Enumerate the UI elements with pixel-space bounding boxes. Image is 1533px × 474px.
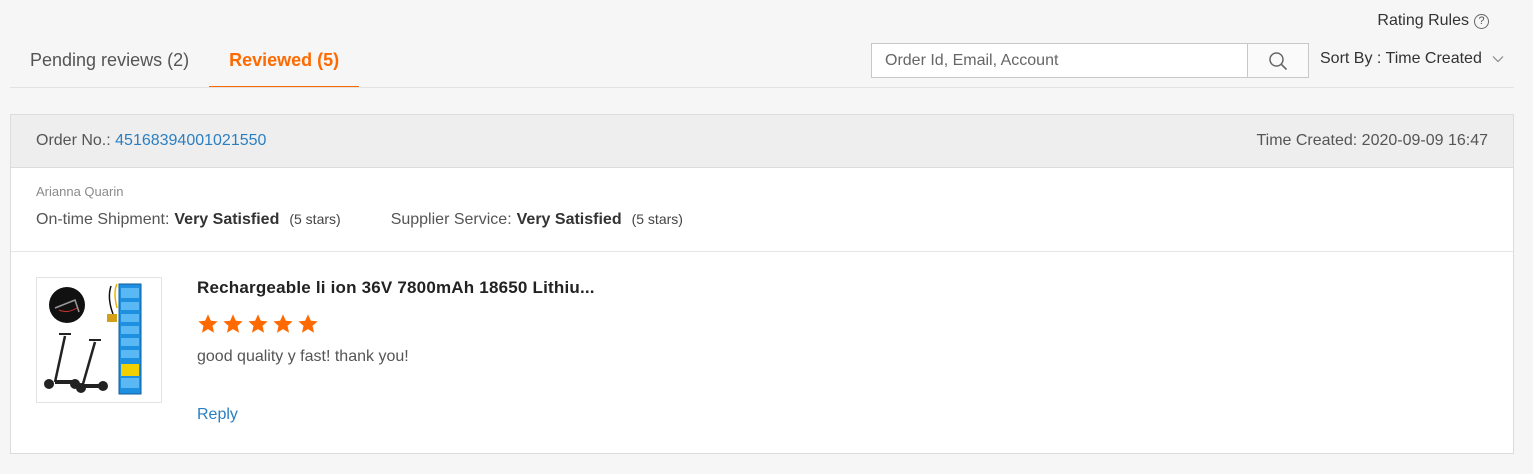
tab-pending-reviews[interactable]: Pending reviews (2)	[10, 38, 209, 88]
service-stars: (5 stars)	[631, 211, 683, 227]
buyer-name: Arianna Quarin	[36, 184, 124, 199]
tab-divider	[10, 87, 1514, 88]
satisfaction-row: On-time Shipment: Very Satisfied (5 star…	[36, 211, 1488, 229]
star-icon	[198, 314, 218, 333]
shipment-label: On-time Shipment:	[36, 211, 170, 228]
review-comment: good quality y fast! thank you!	[197, 348, 409, 365]
search-icon	[1269, 51, 1288, 70]
product-image-illustration	[44, 283, 142, 395]
product-review: Rechargeable li ion 36V 7800mAh 18650 Li…	[11, 252, 1513, 452]
review-tabs: Pending reviews (2) Reviewed (5)	[10, 38, 360, 88]
review-card: Order No.: 45168394001021550 Time Create…	[10, 114, 1514, 454]
rating-rules-label: Rating Rules	[1377, 12, 1469, 29]
search-input[interactable]	[872, 44, 1247, 77]
buyer-feedback: Arianna Quarin On-time Shipment: Very Sa…	[11, 168, 1513, 252]
sort-dropdown[interactable]: Sort By : Time Created	[1320, 50, 1504, 68]
tab-reviewed[interactable]: Reviewed (5)	[209, 38, 360, 88]
order-number-link[interactable]: 45168394001021550	[115, 132, 266, 149]
service-rating: Supplier Service: Very Satisfied (5 star…	[391, 211, 683, 229]
order-info: Order No.: 45168394001021550	[36, 132, 266, 150]
star-icon	[273, 314, 293, 333]
product-star-rating	[197, 313, 319, 335]
search-button[interactable]	[1247, 44, 1308, 77]
order-number-label: Order No.:	[36, 132, 111, 149]
sort-label: Sort By : Time Created	[1320, 50, 1482, 67]
shipment-value: Very Satisfied	[174, 211, 280, 228]
star-icon	[223, 314, 243, 333]
chevron-down-icon	[1492, 56, 1504, 63]
service-label: Supplier Service:	[390, 211, 512, 228]
rating-rules-link[interactable]: Rating Rules ?	[1377, 12, 1489, 30]
time-created: Time Created: 2020-09-09 16:47	[1256, 132, 1488, 149]
help-icon: ?	[1474, 13, 1489, 29]
shipment-rating: On-time Shipment: Very Satisfied (5 star…	[36, 211, 341, 229]
service-value: Very Satisfied	[516, 211, 622, 228]
product-title[interactable]: Rechargeable li ion 36V 7800mAh 18650 Li…	[197, 278, 595, 298]
star-icon	[298, 314, 318, 333]
reply-link[interactable]: Reply	[197, 406, 238, 424]
search-box	[871, 43, 1309, 78]
product-image[interactable]	[36, 277, 162, 403]
shipment-stars: (5 stars)	[289, 211, 341, 227]
star-icon	[248, 314, 268, 333]
order-header: Order No.: 45168394001021550 Time Create…	[11, 115, 1513, 168]
